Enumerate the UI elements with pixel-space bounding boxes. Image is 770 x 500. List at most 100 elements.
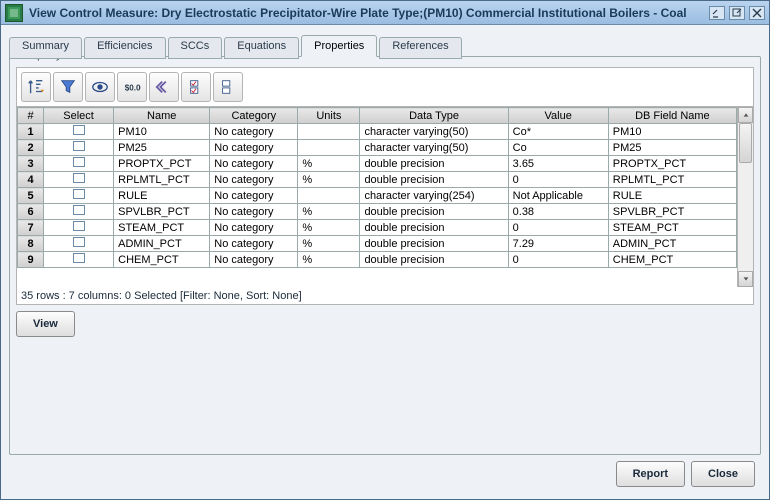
row-number: 4 (18, 172, 44, 188)
tab-references[interactable]: References (379, 37, 461, 59)
cell-value: 0 (508, 252, 608, 268)
cell-units (298, 124, 360, 140)
cell-dbfield: ADMIN_PCT (608, 236, 736, 252)
select-all-button[interactable] (181, 72, 211, 102)
app-icon (5, 4, 23, 22)
cell-units: % (298, 220, 360, 236)
checkbox-icon[interactable] (73, 173, 85, 183)
close-window-button[interactable] (749, 6, 765, 20)
cell-name: ADMIN_PCT (114, 236, 210, 252)
cell-units: % (298, 156, 360, 172)
clear-all-button[interactable] (213, 72, 243, 102)
checkbox-icon[interactable] (73, 189, 85, 199)
row-select-cell[interactable] (44, 236, 114, 252)
cell-name: RPLMTL_PCT (114, 172, 210, 188)
col-datatype[interactable]: Data Type (360, 108, 508, 124)
table-row[interactable]: 2PM25No categorycharacter varying(50)CoP… (18, 140, 737, 156)
row-select-cell[interactable] (44, 156, 114, 172)
tab-equations[interactable]: Equations (224, 37, 299, 59)
scroll-track[interactable] (738, 123, 753, 271)
row-number: 3 (18, 156, 44, 172)
table-row[interactable]: 9CHEM_PCTNo category%double precision0CH… (18, 252, 737, 268)
col-units[interactable]: Units (298, 108, 360, 124)
cell-datatype: character varying(50) (360, 124, 508, 140)
vertical-scrollbar[interactable] (737, 107, 753, 287)
cell-category: No category (210, 140, 298, 156)
cell-name: RULE (114, 188, 210, 204)
row-select-cell[interactable] (44, 220, 114, 236)
cell-category: No category (210, 236, 298, 252)
minimize-button[interactable] (709, 6, 725, 20)
content-area: Summary Efficiencies SCCs Equations Prop… (1, 25, 769, 499)
cell-units: % (298, 172, 360, 188)
window: View Control Measure: Dry Electrostatic … (0, 0, 770, 500)
row-select-cell[interactable] (44, 188, 114, 204)
grid-status: 35 rows : 7 columns: 0 Selected [Filter:… (17, 287, 753, 304)
table-row[interactable]: 6SPVLBR_PCTNo category%double precision0… (18, 204, 737, 220)
cell-category: No category (210, 188, 298, 204)
scroll-thumb[interactable] (739, 123, 752, 163)
cell-datatype: double precision (360, 172, 508, 188)
table-row[interactable]: 4RPLMTL_PCTNo category%double precision0… (18, 172, 737, 188)
cell-units: % (298, 236, 360, 252)
row-select-cell[interactable] (44, 252, 114, 268)
cell-dbfield: PM25 (608, 140, 736, 156)
table-row[interactable]: 1PM10No categorycharacter varying(50)Co*… (18, 124, 737, 140)
cell-category: No category (210, 172, 298, 188)
col-select[interactable]: Select (44, 108, 114, 124)
row-number: 5 (18, 188, 44, 204)
properties-table: # Select Name Category Units Data Type V… (17, 107, 737, 268)
data-grid: # Select Name Category Units Data Type V… (17, 107, 753, 287)
sort-button[interactable] (21, 72, 51, 102)
maximize-button[interactable] (729, 6, 745, 20)
cell-units: % (298, 252, 360, 268)
grid-container: $0.00 # Select Name Category U (16, 67, 754, 305)
row-select-cell[interactable] (44, 124, 114, 140)
table-row[interactable]: 7STEAM_PCTNo category%double precision0S… (18, 220, 737, 236)
row-number: 7 (18, 220, 44, 236)
col-value[interactable]: Value (508, 108, 608, 124)
cell-value: Co (508, 140, 608, 156)
show-hide-button[interactable] (85, 72, 115, 102)
col-rownum[interactable]: # (18, 108, 44, 124)
checkbox-icon[interactable] (73, 125, 85, 135)
cell-name: PM25 (114, 140, 210, 156)
cell-name: CHEM_PCT (114, 252, 210, 268)
col-name[interactable]: Name (114, 108, 210, 124)
checkbox-icon[interactable] (73, 221, 85, 231)
format-button[interactable]: $0.00 (117, 72, 147, 102)
table-row[interactable]: 5RULENo categorycharacter varying(254)No… (18, 188, 737, 204)
checkbox-icon[interactable] (73, 237, 85, 247)
checkbox-icon[interactable] (73, 141, 85, 151)
tab-efficiencies[interactable]: Efficiencies (84, 37, 165, 59)
checkbox-icon[interactable] (73, 253, 85, 263)
row-select-cell[interactable] (44, 140, 114, 156)
header-row: # Select Name Category Units Data Type V… (18, 108, 737, 124)
tab-sccs[interactable]: SCCs (168, 37, 223, 59)
cell-units (298, 140, 360, 156)
reset-button[interactable] (149, 72, 179, 102)
cell-name: PROPTX_PCT (114, 156, 210, 172)
row-number: 6 (18, 204, 44, 220)
close-button[interactable]: Close (691, 461, 755, 487)
scroll-up-button[interactable] (738, 107, 753, 123)
filter-button[interactable] (53, 72, 83, 102)
table-row[interactable]: 8ADMIN_PCTNo category%double precision7.… (18, 236, 737, 252)
tab-properties[interactable]: Properties (301, 35, 377, 57)
checkbox-icon[interactable] (73, 157, 85, 167)
tab-summary[interactable]: Summary (9, 37, 82, 59)
cell-datatype: character varying(50) (360, 140, 508, 156)
property-panel: Property $0.00 # (9, 56, 761, 455)
cell-name: PM10 (114, 124, 210, 140)
table-row[interactable]: 3PROPTX_PCTNo category%double precision3… (18, 156, 737, 172)
col-category[interactable]: Category (210, 108, 298, 124)
checkbox-icon[interactable] (73, 205, 85, 215)
report-button[interactable]: Report (616, 461, 685, 487)
cell-dbfield: RULE (608, 188, 736, 204)
row-number: 2 (18, 140, 44, 156)
view-button[interactable]: View (16, 311, 75, 337)
scroll-down-button[interactable] (738, 271, 753, 287)
row-select-cell[interactable] (44, 172, 114, 188)
row-select-cell[interactable] (44, 204, 114, 220)
col-dbfieldname[interactable]: DB Field Name (608, 108, 736, 124)
